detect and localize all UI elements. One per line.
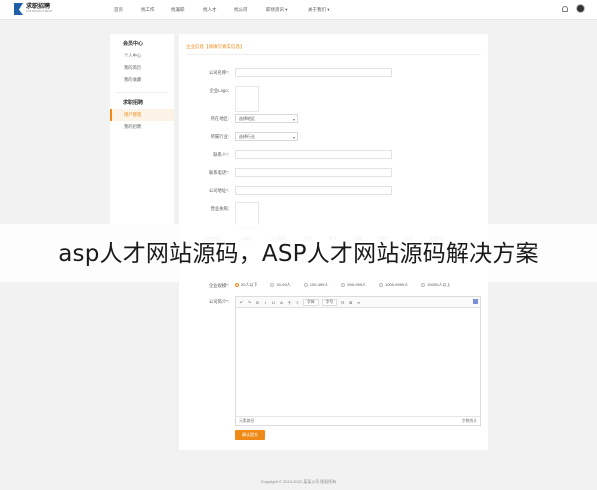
radio-icon [379, 283, 384, 287]
underline-icon[interactable]: U [271, 300, 276, 305]
rich-text-editor[interactable]: ↶ ↷ B I U A ¶ ≡ 字体 字号 ☷ ⊞ ∞ 元素路径 字数统计 [235, 296, 481, 426]
scale-radio-group: 20人以下 20-99人 100-499人 500-999人 1000-9999… [235, 282, 463, 288]
bold-icon[interactable]: B [255, 300, 260, 305]
fullscreen-icon[interactable] [473, 299, 478, 304]
submit-button[interactable]: 确认提交 [235, 430, 265, 440]
editor-status-bar: 元素路径 字数统计 [236, 416, 480, 425]
sidebar-item-my-resume[interactable]: 我的简历 [110, 62, 174, 74]
region-select[interactable]: 选择地区 ▾ [235, 114, 298, 123]
chevron-down-icon: ▾ [285, 6, 288, 12]
address-label: 公司地址*: [208, 188, 229, 193]
sidebar-section-member: 会员中心 [123, 41, 144, 47]
site-logo[interactable]: 求职招聘 JOB RECRUITMENT [14, 2, 60, 16]
undo-icon[interactable]: ↶ [239, 300, 244, 305]
nav-home[interactable]: 首页 [114, 7, 123, 13]
scale-label: 企业规模*: [208, 283, 229, 288]
radio-icon [270, 283, 275, 287]
sidebar-item-my-favorites[interactable]: 我的收藏 [110, 74, 174, 86]
company-name-input[interactable] [235, 68, 392, 77]
scale-option[interactable]: 100-499人 [303, 282, 328, 288]
nav-about-us[interactable]: 关于我们 ▾ [308, 7, 330, 13]
form-breadcrumb: 企业信息【请填写真实信息】 [186, 44, 245, 49]
scale-option[interactable]: 1000-9999人 [379, 282, 408, 288]
chevron-down-icon: ▾ [292, 135, 295, 140]
paragraph-icon[interactable]: ¶ [287, 300, 292, 305]
sidebar-item-my-recruitment[interactable]: 我的招聘 [110, 121, 174, 133]
footer-copyright: Copyright © 2013-2022 某某公司 版权所有 [260, 479, 337, 484]
industry-label: 所属行业: [210, 134, 229, 139]
font-color-icon[interactable]: A [279, 300, 284, 305]
italic-icon[interactable]: I [263, 300, 268, 305]
redo-icon[interactable]: ↷ [247, 300, 252, 305]
license-label: 营业执照: [210, 206, 229, 211]
radio-icon [303, 283, 308, 287]
address-input[interactable] [235, 186, 392, 195]
scale-option[interactable]: 20人以下 [235, 282, 257, 288]
table-icon[interactable]: ⊞ [348, 300, 353, 305]
font-size-select[interactable]: 字号 [321, 298, 338, 306]
logo-subtitle: JOB RECRUITMENT [26, 10, 53, 14]
form-divider [186, 54, 481, 55]
scale-option[interactable]: 20-99人 [270, 282, 291, 288]
top-navbar: 求职招聘 JOB RECRUITMENT 首页 找工作 找兼职 找人才 找公司 … [0, 0, 597, 20]
logo-label: 企业Logo: [209, 88, 229, 93]
align-icon[interactable]: ≡ [295, 300, 300, 305]
logo-upload-box[interactable] [235, 86, 259, 112]
sidebar-divider [116, 92, 168, 93]
nav-part-time[interactable]: 找兼职 [171, 7, 185, 13]
sidebar-item-personal-center[interactable]: 个人中心 [110, 50, 174, 62]
intro-label: 公司简介*: [208, 299, 229, 304]
bell-icon[interactable] [562, 5, 568, 12]
radio-icon [421, 283, 426, 287]
element-path-label: 元素路径 [239, 419, 255, 423]
nav-find-job[interactable]: 找工作 [141, 7, 155, 13]
font-family-select[interactable]: 字体 [303, 298, 319, 306]
sidebar-section-recruit: 求职招聘 [123, 100, 144, 106]
sidebar-item-user-management[interactable]: 用户管理 [110, 109, 174, 121]
nav-find-talent[interactable]: 找人才 [203, 7, 217, 13]
industry-select[interactable]: 选择行业 ▾ [235, 132, 298, 141]
region-label: 所在地区: [210, 116, 229, 121]
avatar[interactable] [576, 4, 585, 13]
radio-icon [341, 283, 346, 287]
contact-input[interactable] [235, 150, 392, 159]
caption-text: asp人才网站源码，ASP人才网站源码解决方案 [58, 241, 539, 267]
nav-career-news[interactable]: 职场资讯 ▾ [266, 7, 288, 13]
list-icon[interactable]: ☷ [340, 300, 345, 305]
chevron-down-icon: ▾ [292, 117, 295, 122]
editor-content-area[interactable] [236, 308, 480, 418]
radio-checked-icon [235, 283, 239, 287]
contact-label: 联系人*: [213, 152, 229, 157]
phone-label: 联系电话*: [208, 170, 229, 175]
chevron-down-icon: ▾ [327, 6, 330, 12]
nav-find-company[interactable]: 找公司 [234, 7, 248, 13]
link-icon[interactable]: ∞ [356, 300, 361, 305]
member-sidebar: 会员中心 个人中心 我的简历 我的收藏 求职招聘 用户管理 我的招聘 [110, 34, 174, 224]
logo-icon [14, 3, 23, 15]
word-count-label: 字数统计 [461, 419, 477, 423]
scale-option[interactable]: 10000人以上 [421, 282, 450, 288]
scale-option[interactable]: 500-999人 [341, 282, 366, 288]
editor-toolbar: ↶ ↷ B I U A ¶ ≡ 字体 字号 ☷ ⊞ ∞ [236, 297, 480, 308]
phone-input[interactable] [235, 168, 392, 177]
company-name-label: 公司名称*: [208, 70, 229, 75]
